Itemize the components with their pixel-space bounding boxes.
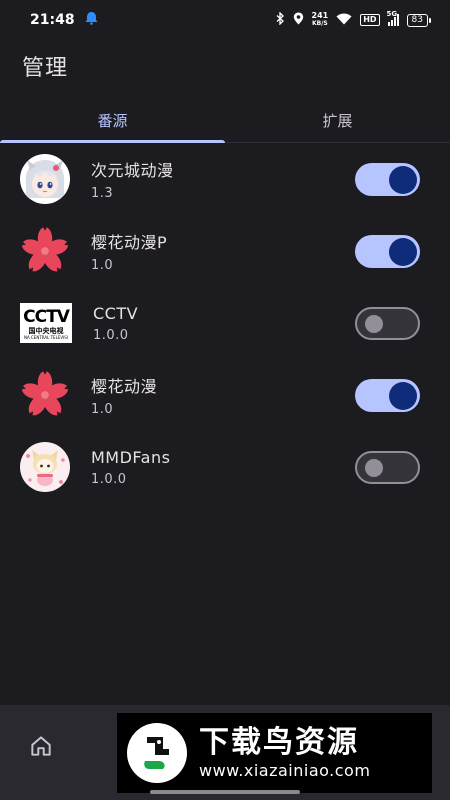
- cctv-logo-subtitle: 国中央电视: [28, 326, 64, 335]
- source-name: 次元城动漫: [91, 161, 174, 180]
- battery-indicator: 83: [406, 13, 432, 27]
- toggle-thumb: [389, 237, 417, 266]
- source-version: 1.3: [91, 186, 114, 201]
- page-title: 管理: [22, 56, 69, 81]
- source-name: CCTV: [93, 303, 139, 323]
- tab-extensions[interactable]: 扩展: [225, 98, 450, 142]
- bottom-navigation: 下载鸟资源 www.xiazainiao.com: [0, 705, 450, 800]
- cell-signal-icon: 5G: [387, 10, 399, 26]
- source-version: 1.0: [91, 258, 114, 273]
- toggle-thumb: [389, 381, 417, 410]
- notification-app-icon: [85, 11, 98, 29]
- source-toggle[interactable]: [355, 451, 420, 484]
- source-version: 1.0.0: [93, 327, 129, 343]
- source-version: 1.0: [91, 402, 114, 417]
- tab-bar: 番源 扩展: [0, 98, 450, 143]
- watermark-banner: 下载鸟资源 www.xiazainiao.com: [117, 713, 432, 793]
- source-toggle[interactable]: [355, 163, 420, 196]
- gesture-bar[interactable]: [150, 790, 300, 794]
- source-item-mmdfans[interactable]: MMDFans 1.0.0: [0, 431, 450, 503]
- watermark-url: www.xiazainiao.com: [199, 761, 371, 780]
- network-speed: 241 KB/S: [311, 11, 329, 28]
- source-list: 次元城动漫 1.3 樱花动漫P 1.0 CCTV 国中央电视 NA CENTRA…: [0, 143, 450, 503]
- tab-sources[interactable]: 番源: [0, 98, 225, 143]
- source-toggle[interactable]: [355, 235, 420, 268]
- anime-girl-avatar: [20, 154, 70, 204]
- source-name: 樱花动漫P: [91, 233, 168, 252]
- source-toggle[interactable]: [355, 379, 420, 412]
- cctv-logo-subtitle-en: NA CENTRAL TELEVISI: [24, 334, 68, 340]
- source-item-ciyuancheng[interactable]: 次元城动漫 1.3: [0, 143, 450, 215]
- sakura-flower-icon: [20, 370, 70, 420]
- source-name: 樱花动漫: [91, 377, 158, 396]
- bluetooth-icon: [276, 11, 285, 28]
- source-item-yinghua-p[interactable]: 樱花动漫P 1.0: [0, 215, 450, 287]
- source-item-yinghua[interactable]: 樱花动漫 1.0: [0, 359, 450, 431]
- location-icon: [293, 12, 304, 28]
- status-time: 21:48: [30, 12, 75, 28]
- cctv-logo-text: CCTV: [23, 306, 70, 327]
- bird-logo-icon: [127, 723, 187, 783]
- sakura-flower-icon: [20, 226, 70, 276]
- home-icon[interactable]: [28, 733, 54, 759]
- toggle-thumb: [365, 458, 383, 477]
- status-bar: 21:48 241 KB/S HD 5G 83: [0, 0, 450, 40]
- source-version: 1.0.0: [91, 471, 127, 487]
- chibi-avatar: [20, 442, 70, 492]
- wifi-icon: [336, 13, 352, 28]
- toggle-thumb: [389, 165, 417, 194]
- cctv-logo: CCTV 国中央电视 NA CENTRAL TELEVISI: [20, 303, 72, 343]
- hd-badge: HD: [360, 14, 380, 26]
- source-item-cctv[interactable]: CCTV 国中央电视 NA CENTRAL TELEVISI CCTV 1.0.…: [0, 287, 450, 359]
- source-toggle[interactable]: [355, 307, 420, 340]
- watermark-title: 下载鸟资源: [199, 725, 359, 760]
- source-name: MMDFans: [91, 447, 171, 467]
- toggle-thumb: [365, 314, 383, 333]
